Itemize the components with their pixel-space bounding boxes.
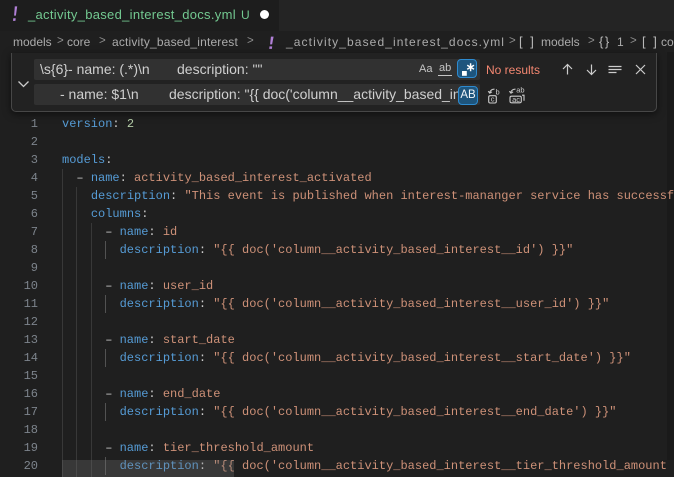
svg-text:b: b [496, 88, 500, 96]
svg-text:c: c [491, 95, 495, 104]
svg-text:ab: ab [516, 87, 524, 94]
svg-text:ac: ac [512, 95, 520, 104]
